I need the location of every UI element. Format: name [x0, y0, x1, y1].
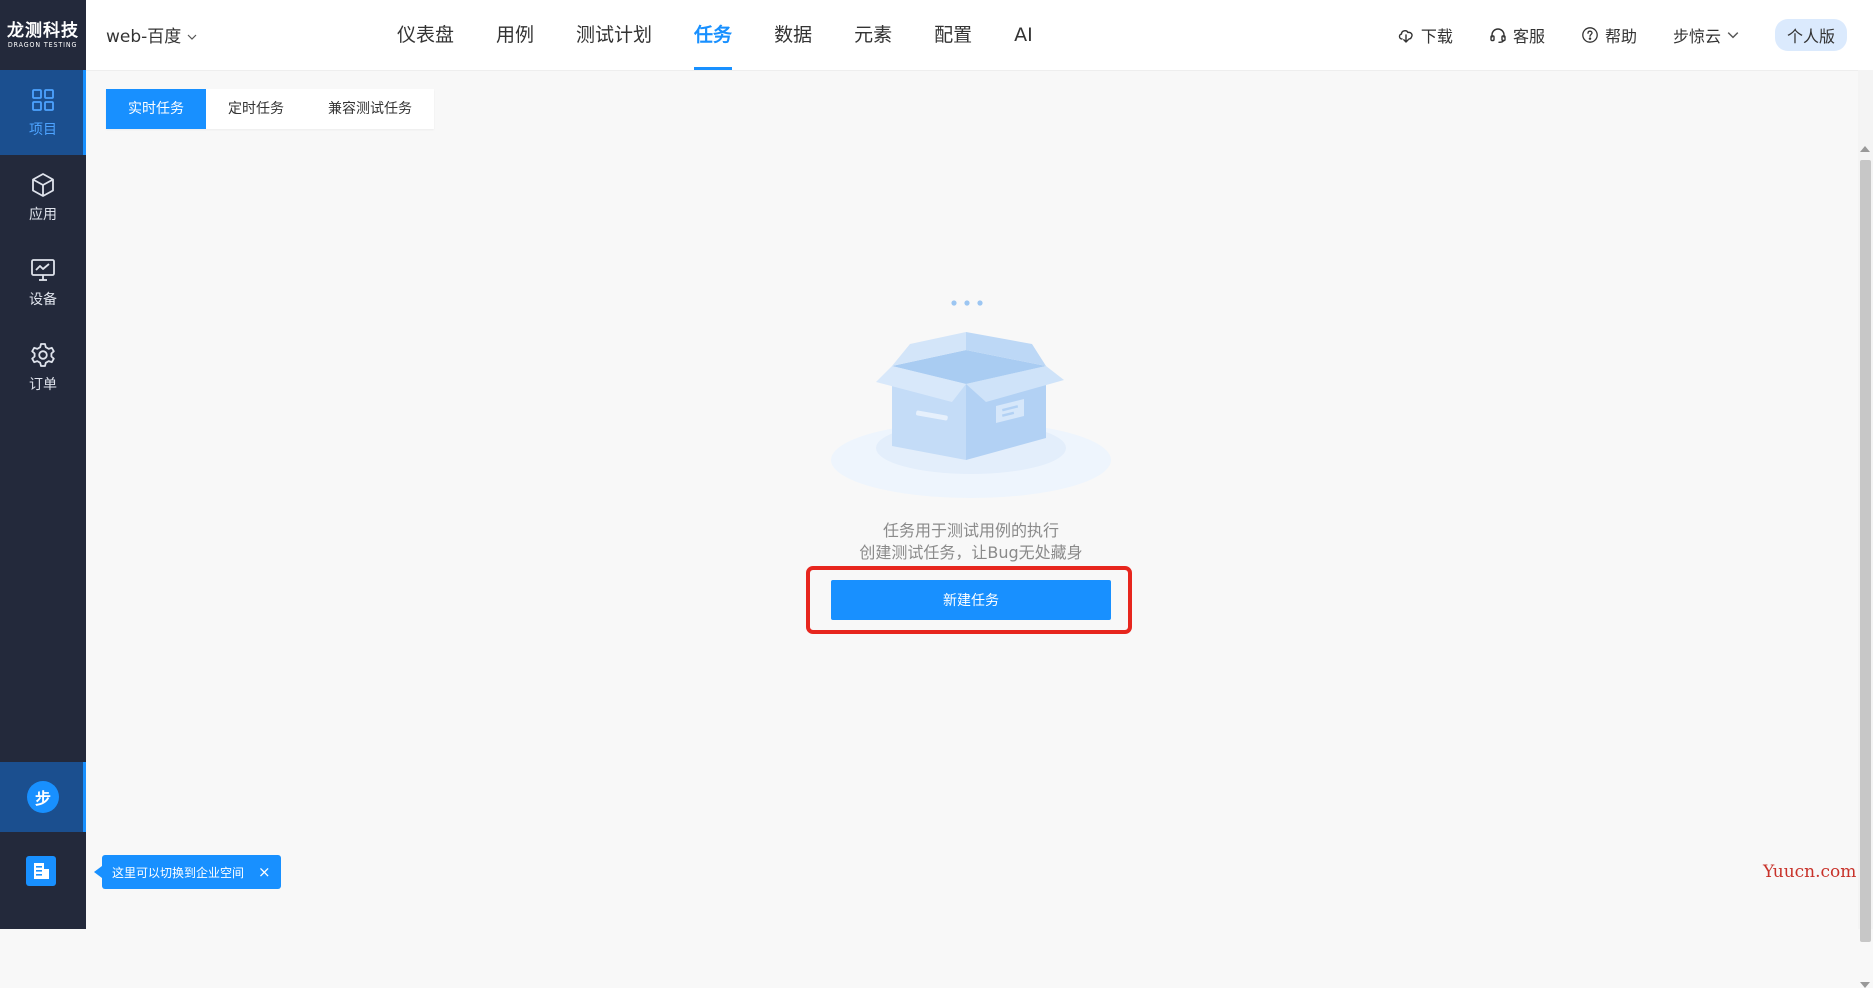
grid-icon [32, 88, 54, 111]
page-scrollbar[interactable] [1858, 70, 1873, 988]
tab-realtime-tasks[interactable]: 实时任务 [106, 89, 206, 129]
cloud-download-icon [1398, 30, 1413, 43]
headset-icon [1490, 28, 1506, 43]
help-label: 帮助 [1604, 27, 1637, 46]
tooltip-close-icon[interactable]: × [258, 863, 271, 881]
gear-icon [31, 342, 55, 367]
empty-state-text: 任务用于测试用例的执行 创建测试任务，让Bug无处藏身 [783, 520, 1159, 564]
download-link[interactable]: 下载 [1397, 23, 1453, 47]
sidebar-item-apps[interactable]: 应用 [0, 155, 86, 240]
nav-dashboard[interactable]: 仪表盘 [397, 0, 454, 70]
empty-state-line1: 任务用于测试用例的执行 [882, 521, 1059, 540]
nav-config[interactable]: 配置 [934, 0, 972, 70]
enterprise-space-button[interactable] [26, 856, 56, 886]
project-selector[interactable]: web-百度 [106, 22, 197, 47]
help-link[interactable]: 帮助 [1581, 23, 1637, 47]
app-logo[interactable]: 龙测科技 DRAGON TESTING [0, 0, 86, 70]
building-icon [34, 863, 49, 879]
nav-elements[interactable]: 元素 [854, 0, 892, 70]
top-header: web-百度 仪表盘 用例 测试计划 任务 数据 元素 配置 AI 下载 客服 [86, 0, 1873, 71]
user-switch[interactable]: 步 [0, 762, 86, 832]
sidebar-item-label: 项目 [29, 121, 57, 138]
sidebar-item-project[interactable]: 项目 [0, 70, 86, 155]
header-actions: 下载 客服 帮助 步惊云 个人版 [1397, 0, 1847, 70]
enterprise-space-tooltip: 这里可以切换到企业空间 × [94, 855, 281, 889]
sidebar-item-label: 设备 [29, 291, 57, 308]
scrollbar-thumb[interactable] [1860, 160, 1871, 942]
project-name: web-百度 [106, 27, 182, 47]
empty-state-line2: 创建测试任务，让Bug无处藏身 [859, 543, 1083, 562]
cube-icon [32, 172, 54, 197]
scroll-up-arrow-icon[interactable] [1860, 146, 1870, 152]
question-circle-icon [1582, 27, 1598, 43]
nav-data[interactable]: 数据 [774, 0, 812, 70]
nav-test-plan[interactable]: 测试计划 [576, 0, 652, 70]
nav-cases[interactable]: 用例 [496, 0, 534, 70]
task-tabs: 实时任务 定时任务 兼容测试任务 [106, 89, 434, 129]
new-task-button[interactable]: 新建任务 [831, 580, 1111, 620]
customer-service-label: 客服 [1512, 27, 1545, 46]
logo-text-cn: 龙测科技 [7, 20, 79, 41]
sidebar-item-label: 订单 [29, 376, 57, 393]
download-label: 下载 [1420, 27, 1453, 46]
customer-service-link[interactable]: 客服 [1489, 23, 1545, 47]
logo-text-en: DRAGON TESTING [8, 40, 78, 49]
tooltip-text: 这里可以切换到企业空间 [112, 865, 245, 880]
nav-ai[interactable]: AI [1014, 0, 1033, 70]
watermark: Yuucn.com [1763, 862, 1857, 882]
empty-box-illustration [831, 300, 1111, 498]
avatar[interactable]: 步 [27, 781, 59, 813]
sidebar-item-devices[interactable]: 设备 [0, 240, 86, 325]
tab-compatibility-tasks[interactable]: 兼容测试任务 [306, 89, 434, 129]
sidebar-item-label: 应用 [29, 206, 57, 223]
tab-scheduled-tasks[interactable]: 定时任务 [206, 89, 306, 129]
sidebar-item-orders[interactable]: 订单 [0, 325, 86, 410]
sidebar: 龙测科技 DRAGON TESTING 项目 应用 设备 订单 步 [0, 0, 86, 929]
user-menu[interactable]: 步惊云 [1673, 23, 1739, 47]
chevron-down-icon [187, 34, 197, 40]
version-badge[interactable]: 个人版 [1774, 19, 1847, 51]
chevron-down-icon [1727, 32, 1739, 39]
nav-tasks[interactable]: 任务 [694, 0, 733, 70]
scroll-down-arrow-icon[interactable] [1860, 982, 1870, 988]
user-name: 步惊云 [1672, 27, 1721, 46]
main-nav: 仪表盘 用例 测试计划 任务 数据 元素 配置 AI [376, 0, 1054, 70]
monitor-icon [31, 258, 55, 281]
